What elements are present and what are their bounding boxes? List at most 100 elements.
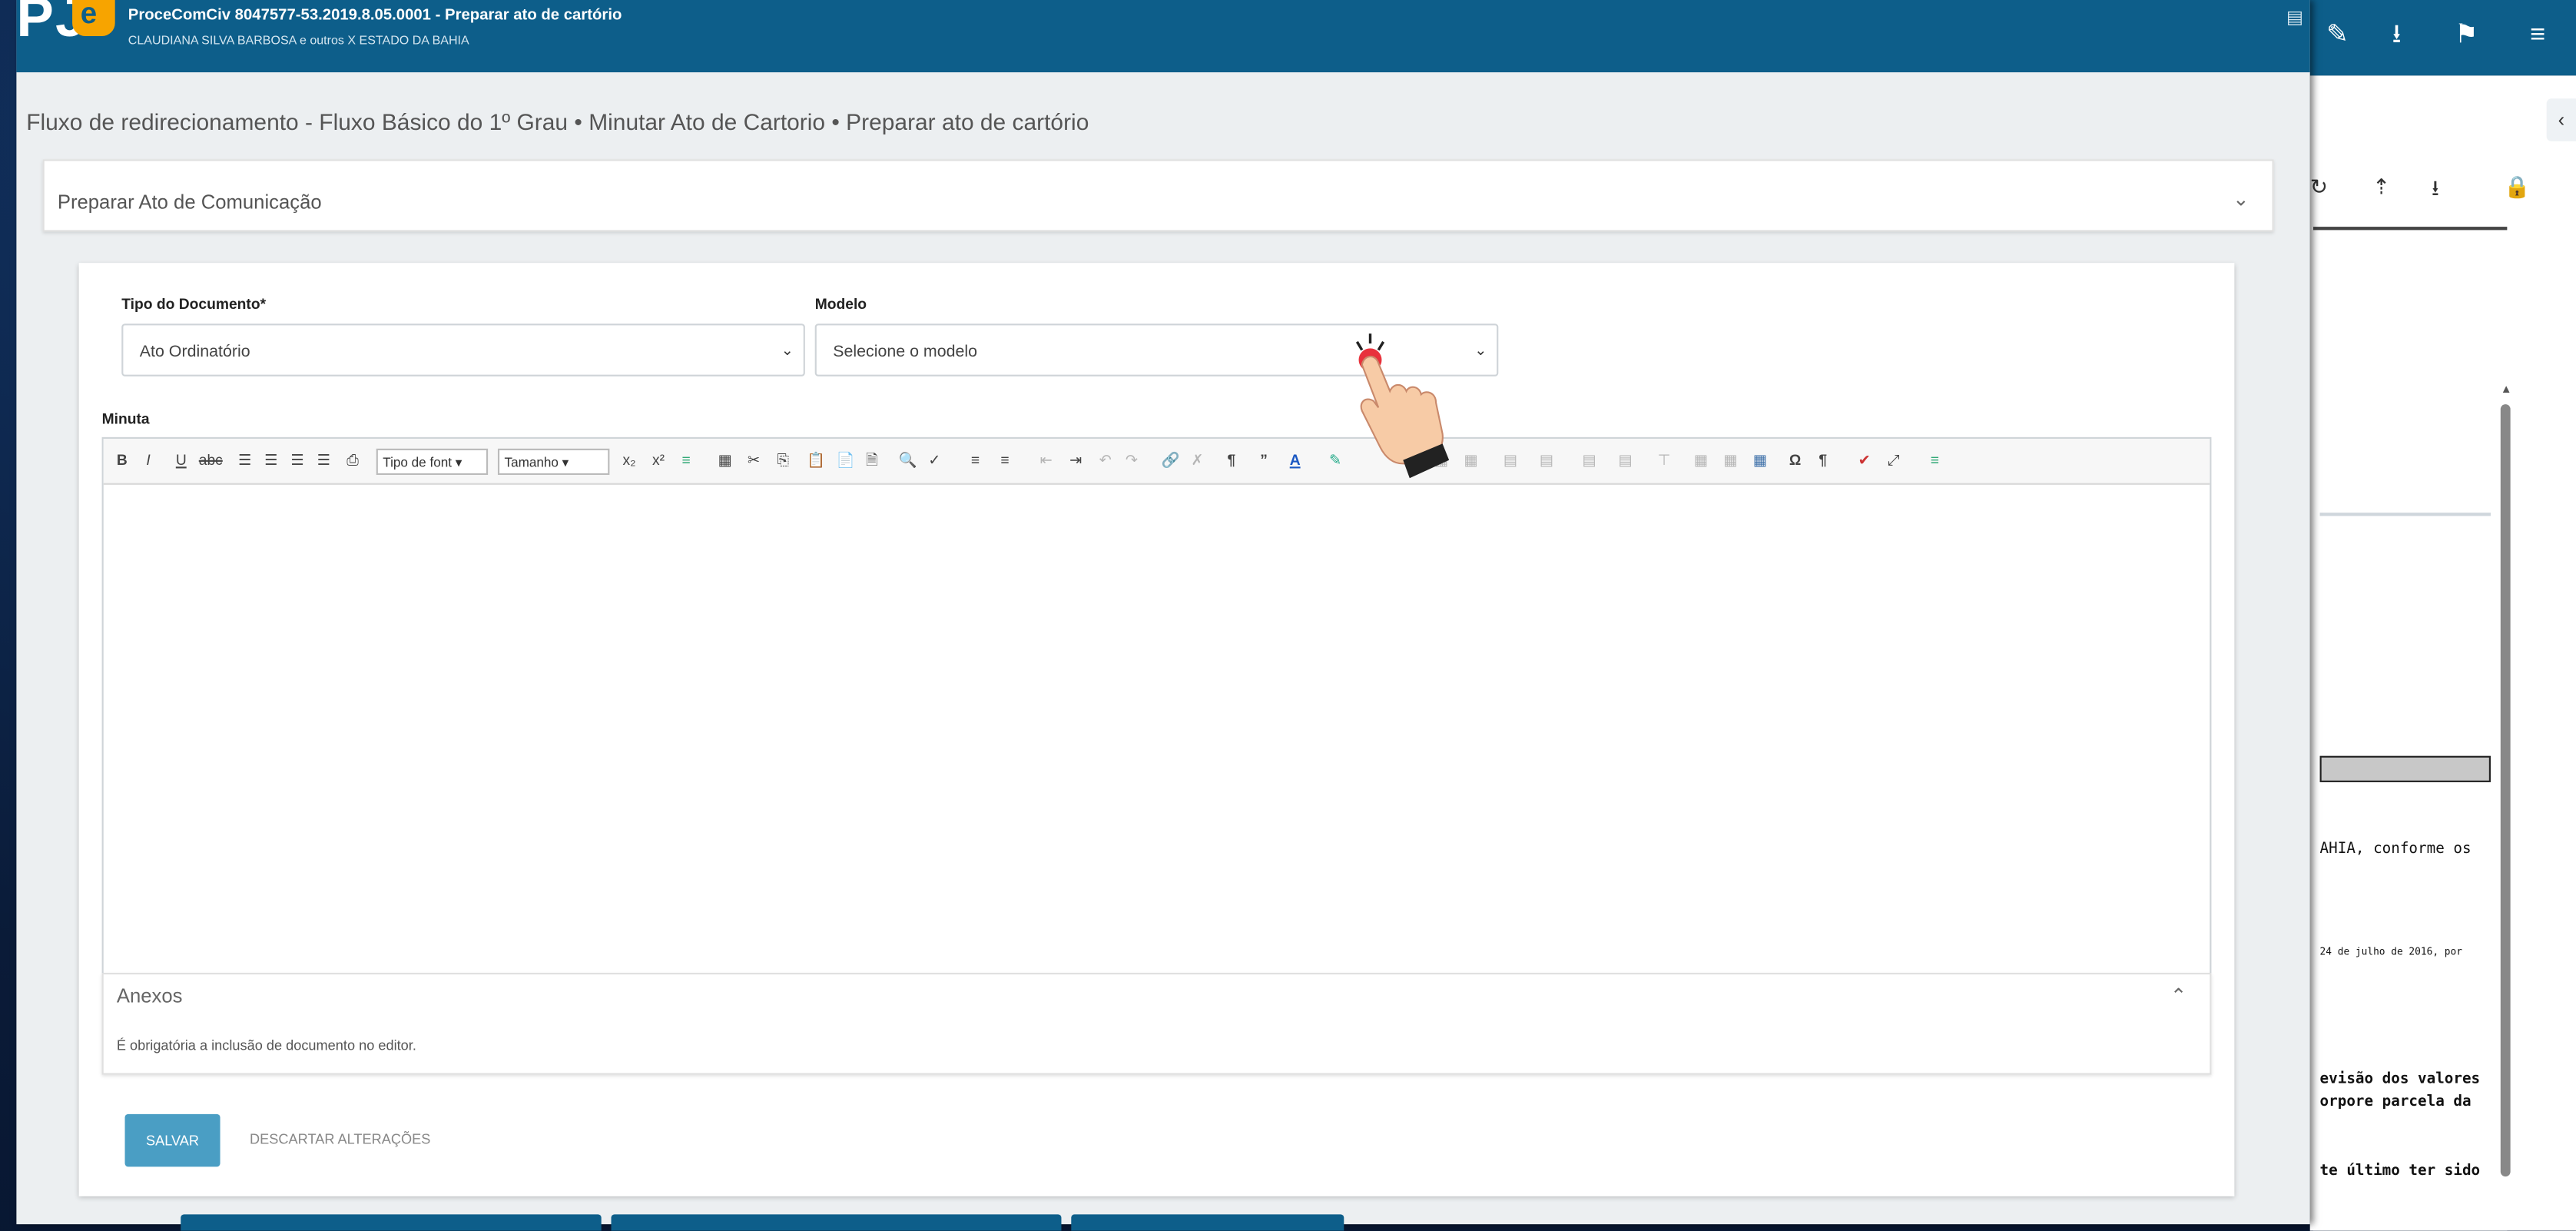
download-icon[interactable]: ⭳ — [2392, 22, 2402, 49]
font-family-select[interactable]: Tipo de font ▾ — [376, 448, 489, 476]
editor-toolbar: B I U abc ☰ ☰ ☰ ☰ ⎙ Tipo de font ▾ Taman… — [103, 438, 2210, 485]
pilcrow-icon[interactable]: ¶ — [1818, 452, 1827, 470]
table-delete-icon[interactable]: ▦ — [1753, 452, 1767, 470]
spell-icon[interactable]: ✔ — [1858, 452, 1871, 470]
link-icon[interactable]: 🔗 — [1162, 452, 1180, 470]
font-size-label: Tamanho — [504, 455, 559, 470]
highlight-icon[interactable]: ✎ — [1329, 452, 1341, 470]
cut-icon[interactable]: ✂ — [748, 452, 760, 470]
bottom-action-button[interactable] — [611, 1214, 1062, 1231]
split-icon[interactable]: ▤ — [1618, 452, 1632, 470]
doc-text-line: te último ter sido — [2319, 1163, 2481, 1180]
paste-text-icon[interactable]: 📄 — [836, 452, 854, 470]
copy-icon[interactable]: ⎘ — [777, 452, 789, 470]
minuta-label: Minuta — [101, 410, 150, 428]
text-color-icon[interactable]: A — [1290, 452, 1301, 470]
column-icon[interactable]: ▤ — [1540, 452, 1553, 470]
doc-text-line: 24 de julho de 2016, por — [2319, 946, 2462, 958]
scroll-up-icon[interactable]: ▲ — [2501, 384, 2512, 396]
collapse-panel-button[interactable]: ‹ — [2546, 98, 2576, 141]
unlink-icon[interactable]: ✗ — [1191, 452, 1203, 470]
modelo-label: Modelo — [814, 295, 867, 313]
minuta-editor[interactable]: B I U abc ☰ ☰ ☰ ☰ ⎙ Tipo de font ▾ Taman… — [101, 436, 2212, 977]
justify-icon[interactable]: ☰ — [317, 452, 330, 470]
format-icon[interactable]: ≡ — [681, 452, 690, 470]
doc-text-line: evisão dos valores — [2319, 1071, 2481, 1088]
document-page: ▲ AHIA, conforme os 24 de julho de 2016,… — [2313, 227, 2512, 1231]
redo-icon[interactable]: ↷ — [1126, 452, 1138, 470]
viewer-toolbar: ↻ ⇡ ⭳ 🔒 — [2310, 168, 2576, 211]
outdent-icon[interactable]: ⇤ — [1040, 452, 1053, 470]
tipo-documento-select[interactable]: Ato Ordinatório ⌄ — [121, 324, 805, 377]
discard-button[interactable]: DESCARTAR ALTERAÇÕES — [250, 1130, 430, 1146]
align-center-icon[interactable]: ☰ — [264, 452, 277, 470]
table-props-icon[interactable]: ▦ — [1723, 452, 1737, 470]
doc-text-line: orpore parcela da — [2319, 1094, 2472, 1111]
cell-icon[interactable]: ⊤ — [1658, 452, 1671, 470]
tipo-documento-label: Tipo do Documento* — [121, 295, 267, 313]
italic-icon[interactable]: I — [146, 452, 150, 470]
bottom-action-button[interactable] — [1071, 1214, 1344, 1231]
source-icon[interactable]: ≡ — [1931, 452, 1939, 470]
cell-props-icon[interactable]: ▦ — [1694, 452, 1708, 470]
indent-icon[interactable]: ⇥ — [1069, 452, 1082, 470]
anexos-panel[interactable]: Anexos ⌃ É obrigatória a inclusão de doc… — [101, 972, 2212, 1075]
menu-icon[interactable]: ≡ — [2530, 22, 2545, 49]
preparar-ato-modal: PJ e ProceComCiv 8047577-53.2019.8.05.00… — [16, 0, 2310, 1225]
fullscreen-icon[interactable]: ⤢ — [1888, 452, 1899, 470]
chevron-down-icon[interactable]: ⌄ — [2233, 187, 2249, 211]
chevron-up-icon[interactable]: ⌃ — [2170, 984, 2187, 1007]
table-insert-icon[interactable]: ▦ — [1464, 452, 1477, 470]
pje-logo-mark: e — [72, 0, 115, 37]
rotate-icon[interactable]: ↻ — [2310, 174, 2328, 201]
lock-icon[interactable]: 🔒 — [2504, 174, 2531, 201]
edit-icon[interactable]: ✎ — [2326, 22, 2349, 49]
viewer-topbar: ✎ ⭳ ⚑ 9 ≡ — [2309, 0, 2576, 76]
find-icon[interactable]: 🔍 — [899, 452, 917, 470]
table-header-bar — [2319, 755, 2491, 782]
numbered-list-icon[interactable]: ≡ — [1000, 452, 1009, 470]
bottom-action-button[interactable] — [181, 1214, 602, 1231]
chevron-down-icon: ⌄ — [1474, 341, 1487, 359]
align-left-icon[interactable]: ☰ — [238, 452, 251, 470]
strikethrough-icon[interactable]: abc — [199, 452, 223, 470]
superscript-icon[interactable]: x² — [652, 452, 665, 470]
font-family-label: Tipo de font — [383, 455, 452, 470]
accordion-preparar-ato[interactable]: Preparar Ato de Comunicação ⌄ — [42, 159, 2274, 232]
hand-pointer-icon — [1355, 333, 1450, 479]
paragraph-icon[interactable]: ¶ — [1227, 452, 1235, 470]
special-char-icon[interactable]: Ω — [1789, 452, 1801, 470]
anexos-title: Anexos — [116, 984, 183, 1007]
breadcrumb: Fluxo de redirecionamento - Fluxo Básico… — [26, 108, 1089, 135]
minimize-icon[interactable]: ▤ — [2286, 7, 2303, 28]
bold-icon[interactable]: B — [117, 452, 128, 470]
save-button[interactable]: SALVAR — [124, 1113, 220, 1167]
bullet-list-icon[interactable]: ≡ — [971, 452, 980, 470]
tipo-documento-value: Ato Ordinatório — [139, 343, 250, 362]
doc-text-line: AHIA, conforme os — [2319, 841, 2472, 858]
align-right-icon[interactable]: ☰ — [291, 452, 304, 470]
modelo-value: Selecione o modelo — [833, 343, 978, 362]
merge-icon[interactable]: ▤ — [1582, 452, 1596, 470]
tag-icon[interactable]: ⚑ — [2455, 22, 2478, 49]
viewer-download-icon[interactable]: ⭳ — [2432, 174, 2439, 211]
accordion-title: Preparar Ato de Comunicação — [57, 191, 322, 214]
font-size-select[interactable]: Tamanho ▾ — [497, 448, 610, 476]
underline-icon[interactable]: U — [176, 452, 187, 470]
anexos-message: É obrigatória a inclusão de documento no… — [116, 1037, 416, 1053]
spellcheck-icon[interactable]: ✓ — [928, 452, 940, 470]
blockquote-icon[interactable]: ” — [1260, 452, 1268, 470]
pin-icon[interactable]: ⇡ — [2372, 174, 2390, 201]
row-icon[interactable]: ▤ — [1503, 452, 1517, 470]
subscript-icon[interactable]: x₂ — [622, 452, 635, 470]
process-title: ProceComCiv 8047577-53.2019.8.05.0001 - … — [128, 6, 622, 25]
table-icon[interactable]: ▦ — [718, 452, 732, 470]
document-viewer: ‹ ↻ ⇡ ⭳ 🔒 ▲ AHIA, conforme os 24 de julh… — [2309, 75, 2576, 1231]
divider — [2319, 513, 2491, 516]
paste-word-icon[interactable]: 🗎 — [866, 452, 878, 470]
print-icon[interactable]: ⎙ — [346, 452, 358, 470]
paste-icon[interactable]: 📋 — [807, 452, 825, 470]
undo-icon[interactable]: ↶ — [1099, 452, 1112, 470]
scrollbar-thumb[interactable] — [2500, 404, 2511, 1177]
modal-header: PJ e ProceComCiv 8047577-53.2019.8.05.00… — [16, 0, 2310, 73]
